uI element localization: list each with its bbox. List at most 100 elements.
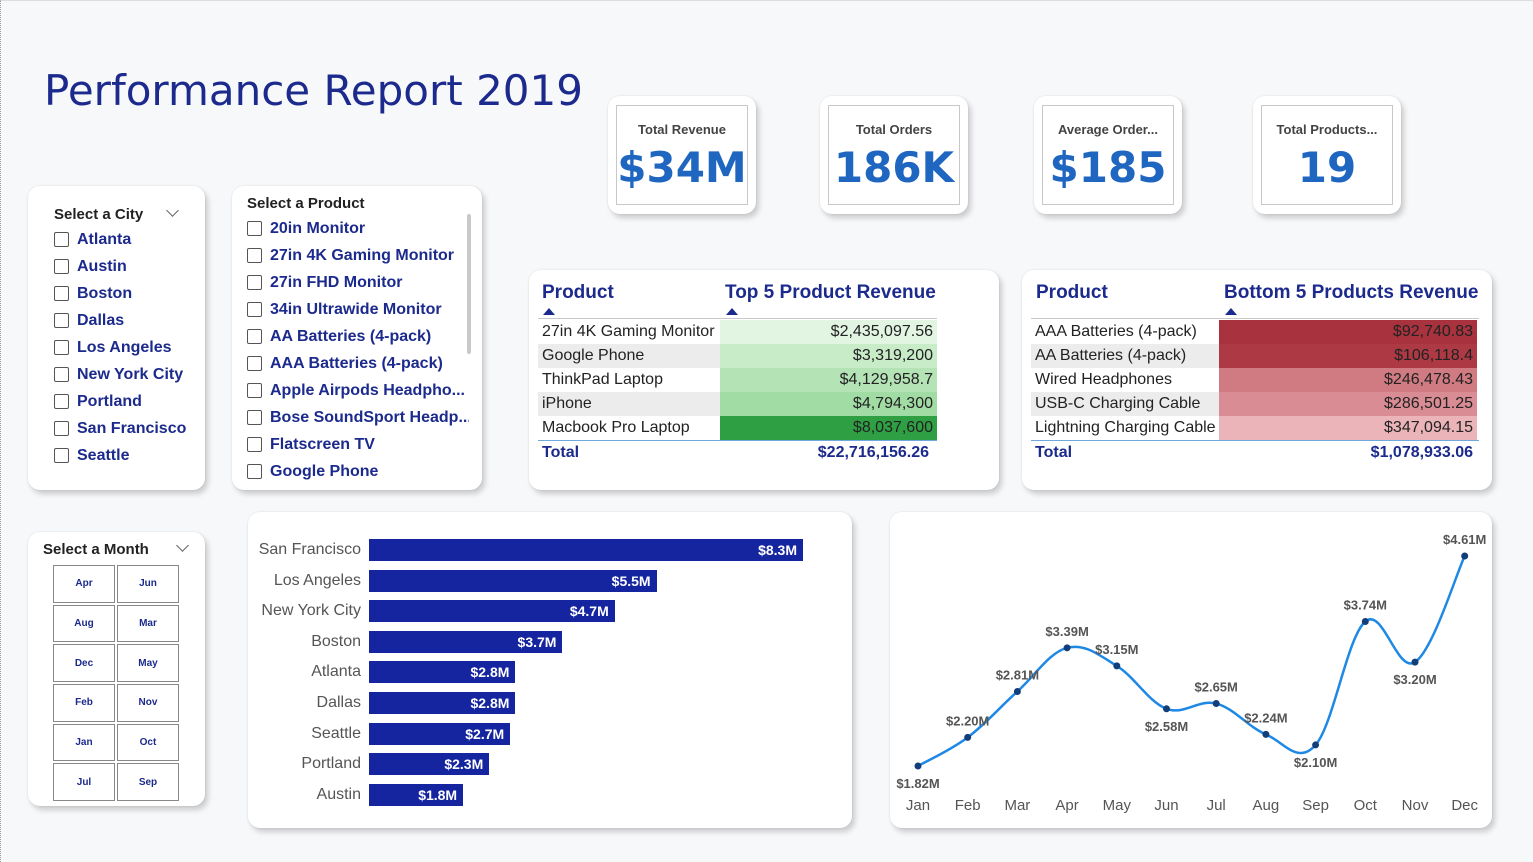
data-point[interactable] [1212, 700, 1220, 708]
city-option-label: Seattle [77, 446, 130, 464]
chevron-down-icon[interactable] [166, 204, 179, 217]
checkbox-icon[interactable] [247, 464, 262, 479]
table-row[interactable]: ThinkPad Laptop $4,129,958.7 [538, 368, 937, 392]
table-row[interactable]: 27in 4K Gaming Monitor $2,435,097.56 [538, 320, 937, 344]
product-option[interactable]: AAA Batteries (4-pack) [247, 350, 469, 377]
data-point[interactable] [1013, 687, 1021, 695]
product-option[interactable]: AA Batteries (4-pack) [247, 323, 469, 350]
city-option-austin[interactable]: Austin [54, 253, 186, 280]
table-row[interactable]: Lightning Charging Cable $347,094.15 [1031, 416, 1477, 440]
product-option[interactable]: 34in Ultrawide Monitor [247, 296, 469, 323]
bar[interactable]: $8.3M [369, 539, 803, 561]
data-point[interactable] [1461, 552, 1469, 560]
city-option-dallas[interactable]: Dallas [54, 307, 186, 334]
city-option-new-york-city[interactable]: New York City [54, 361, 186, 388]
data-label: $2.81M [996, 667, 1039, 682]
product-option-label: Google Phone [270, 462, 379, 480]
month-tile[interactable]: Apr [53, 565, 115, 603]
month-tile[interactable]: May [117, 644, 179, 683]
product-option[interactable]: 27in 4K Gaming Monitor [247, 242, 469, 269]
city-option-seattle[interactable]: Seattle [54, 442, 186, 469]
checkbox-icon[interactable] [54, 340, 69, 355]
table-header-revenue[interactable]: Bottom 5 Products Revenue [1224, 282, 1478, 304]
x-tick-label: Sep [1302, 797, 1329, 814]
checkbox-icon[interactable] [247, 437, 262, 452]
data-point[interactable] [914, 762, 922, 770]
data-point[interactable] [1411, 658, 1419, 666]
bar[interactable]: $5.5M [369, 569, 657, 592]
data-point[interactable] [1262, 730, 1270, 738]
product-option[interactable]: 20in Monitor [247, 215, 469, 242]
data-point[interactable] [1063, 644, 1071, 652]
product-option[interactable]: Apple Airpods Headpho... [247, 377, 469, 404]
bar[interactable]: $2.3M [369, 753, 490, 776]
data-point[interactable] [1163, 705, 1170, 713]
checkbox-icon[interactable] [54, 286, 69, 301]
bar[interactable]: $2.8M [369, 692, 516, 714]
month-tile[interactable]: Feb [53, 684, 115, 722]
month-tile[interactable]: Jan [53, 723, 115, 762]
checkbox-icon[interactable] [54, 313, 69, 328]
month-tile[interactable]: Mar [117, 604, 179, 643]
checkbox-icon[interactable] [247, 383, 262, 398]
product-option[interactable]: Bose SoundSport Headp... [247, 404, 469, 431]
data-point[interactable] [964, 733, 972, 741]
data-point[interactable] [1113, 662, 1121, 670]
checkbox-icon[interactable] [247, 221, 262, 236]
table-row[interactable]: AA Batteries (4-pack) $106,118.4 [1031, 344, 1477, 368]
table-row[interactable]: Google Phone $3,319,200 [538, 344, 937, 368]
product-option-label: Bose SoundSport Headp... [270, 408, 469, 426]
month-tile[interactable]: Aug [53, 604, 115, 643]
table-row[interactable]: Wired Headphones $246,478.43 [1031, 368, 1477, 392]
table-row[interactable]: Macbook Pro Laptop $8,037,600 [538, 416, 937, 440]
city-option-atlanta[interactable]: Atlanta [54, 226, 186, 253]
month-tile[interactable]: Sep [117, 763, 179, 802]
table-row[interactable]: iPhone $4,794,300 [538, 392, 937, 416]
table-row[interactable]: AAA Batteries (4-pack) $92,740.83 [1031, 320, 1477, 344]
table-header-revenue[interactable]: Top 5 Product Revenue [725, 282, 936, 304]
city-option-boston[interactable]: Boston [54, 280, 186, 307]
data-point[interactable] [1361, 617, 1369, 625]
checkbox-icon[interactable] [247, 248, 262, 263]
table-header-product[interactable]: Product [542, 282, 614, 304]
checkbox-icon[interactable] [247, 302, 262, 317]
checkbox-icon[interactable] [54, 394, 69, 409]
product-name-cell: 27in 4K Gaming Monitor [542, 323, 715, 340]
table-header-product[interactable]: Product [1036, 282, 1108, 304]
month-tile[interactable]: Oct [117, 723, 179, 762]
bar[interactable]: $1.8M [369, 783, 464, 806]
data-point[interactable] [1312, 741, 1320, 749]
data-label: $2.58M [1145, 719, 1188, 734]
checkbox-icon[interactable] [54, 421, 69, 436]
chevron-down-icon[interactable] [176, 539, 189, 552]
month-tile[interactable]: Dec [53, 644, 115, 683]
checkbox-icon[interactable] [54, 232, 69, 247]
bar[interactable]: $2.7M [369, 722, 511, 745]
checkbox-icon[interactable] [247, 329, 262, 344]
bar-row: Dallas $2.8M [248, 692, 516, 714]
checkbox-icon[interactable] [247, 275, 262, 290]
bar[interactable]: $4.7M [369, 600, 615, 623]
x-tick-label: Oct [1354, 797, 1378, 814]
checkbox-icon[interactable] [247, 356, 262, 371]
x-tick-label: Apr [1055, 797, 1078, 814]
checkbox-icon[interactable] [247, 410, 262, 425]
city-option-los-angeles[interactable]: Los Angeles [54, 334, 186, 361]
city-option-san-francisco[interactable]: San Francisco [54, 415, 186, 442]
product-option[interactable]: Flatscreen TV [247, 431, 469, 458]
city-option-portland[interactable]: Portland [54, 388, 186, 415]
checkbox-icon[interactable] [54, 259, 69, 274]
checkbox-icon[interactable] [54, 367, 69, 382]
month-tile[interactable]: Jun [117, 565, 179, 603]
bar-row: Atlanta $2.8M [248, 661, 516, 684]
product-slicer-header: Select a Product [247, 195, 365, 212]
product-option[interactable]: Google Phone [247, 458, 469, 485]
table-row[interactable]: USB-C Charging Cable $286,501.25 [1031, 392, 1477, 416]
product-option[interactable]: 27in FHD Monitor [247, 269, 469, 296]
bar[interactable]: $2.8M [369, 661, 516, 684]
month-tile[interactable]: Jul [53, 763, 115, 802]
bar[interactable]: $3.7M [369, 630, 563, 653]
month-tile[interactable]: Nov [117, 684, 179, 722]
bar-row: Los Angeles $5.5M [248, 569, 657, 592]
checkbox-icon[interactable] [54, 448, 69, 463]
